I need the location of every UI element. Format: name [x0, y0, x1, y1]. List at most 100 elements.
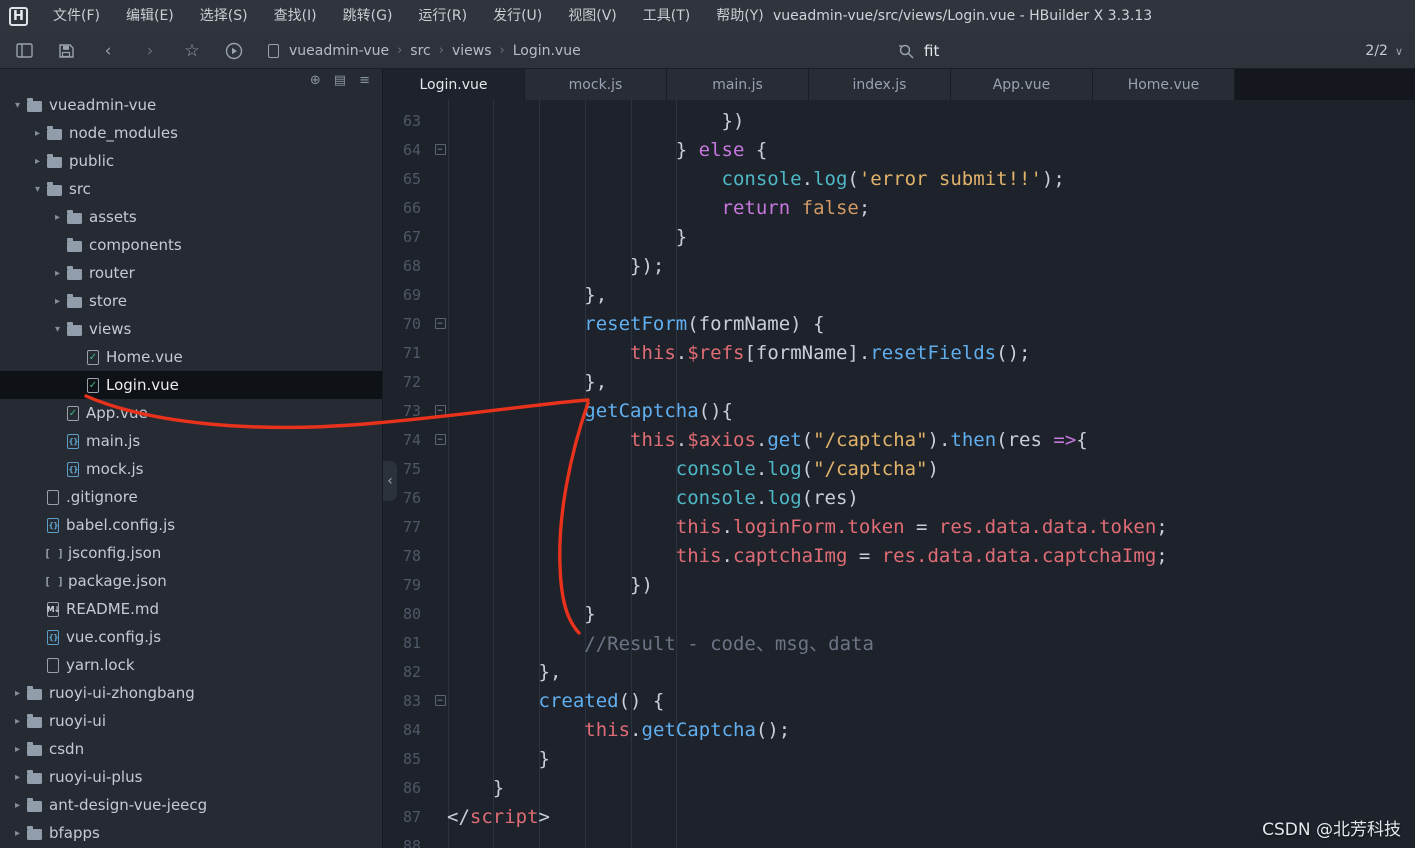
code-line[interactable]: } [447, 748, 550, 770]
code-line[interactable]: this.$refs[formName].resetFields(); [447, 342, 1030, 364]
code-line[interactable]: console.log(res) [447, 487, 859, 509]
code-area[interactable]: 63 }) 64− } else {65 console.log('error s… [383, 106, 1415, 848]
tree-item[interactable]: main.js [0, 427, 382, 455]
code-line[interactable]: } [447, 777, 504, 799]
menu-item[interactable]: 跳转(G) [330, 0, 406, 33]
back-icon[interactable]: ‹ [98, 41, 118, 61]
line-number[interactable]: 77 [383, 518, 433, 536]
search-box[interactable]: fit [898, 33, 939, 69]
code-line[interactable]: console.log("/captcha") [447, 458, 939, 480]
sidebar-menu-icon[interactable]: ≡ [359, 73, 370, 88]
menu-item[interactable]: 查找(I) [261, 0, 330, 33]
line-number[interactable]: 70 [383, 315, 433, 333]
tab-index-js[interactable]: index.js [809, 69, 951, 100]
code-line[interactable]: resetForm(formName) { [447, 313, 824, 335]
tree-item[interactable]: Home.vue [0, 343, 382, 371]
code-line[interactable]: } [447, 226, 687, 248]
fold-marker-icon[interactable]: − [434, 695, 446, 706]
menu-item[interactable]: 编辑(E) [113, 0, 187, 33]
menu-item[interactable]: 工具(T) [630, 0, 703, 33]
tree-item[interactable]: ▸ csdn [0, 735, 382, 763]
code-line[interactable]: </script> [447, 806, 550, 828]
breadcrumb-item[interactable]: views [452, 43, 492, 59]
line-number[interactable]: 64 [383, 141, 433, 159]
breadcrumb-item[interactable]: src [410, 43, 430, 59]
code-line[interactable]: console.log('error submit!!'); [447, 168, 1065, 190]
tree-item[interactable]: ▸ store [0, 287, 382, 315]
line-number[interactable]: 63 [383, 112, 433, 130]
menu-item[interactable]: 视图(V) [555, 0, 630, 33]
code-line[interactable]: }, [447, 661, 562, 683]
tab-app-vue[interactable]: App.vue [951, 69, 1093, 100]
tree-item[interactable]: ▸ router [0, 259, 382, 287]
tree-item[interactable]: jsconfig.json [0, 539, 382, 567]
tree-item[interactable]: ▸ ruoyi-ui-plus [0, 763, 382, 791]
tree-item[interactable]: ▸ ant-design-vue-jeecg [0, 791, 382, 819]
line-number[interactable]: 79 [383, 576, 433, 594]
line-number[interactable]: 82 [383, 663, 433, 681]
line-number[interactable]: 78 [383, 547, 433, 565]
line-number[interactable]: 68 [383, 257, 433, 275]
tree-item[interactable]: ▾ views [0, 315, 382, 343]
tree-item[interactable]: ▾ src [0, 175, 382, 203]
tree-item[interactable]: ▸ ruoyi-ui [0, 707, 382, 735]
line-number[interactable]: 81 [383, 634, 433, 652]
tab-mock-js[interactable]: mock.js [525, 69, 667, 100]
fold-marker-icon[interactable]: − [434, 405, 446, 416]
favorite-star-icon[interactable]: ☆ [182, 41, 202, 61]
menu-item[interactable]: 运行(R) [405, 0, 480, 33]
run-preview-icon[interactable] [224, 41, 244, 61]
code-line[interactable]: this.$axios.get("/captcha").then(res =>{ [447, 429, 1088, 451]
line-number[interactable]: 85 [383, 750, 433, 768]
line-number[interactable]: 65 [383, 170, 433, 188]
tree-item[interactable]: App.vue [0, 399, 382, 427]
locate-file-icon[interactable]: ⊕ [310, 73, 321, 88]
menu-item[interactable]: 文件(F) [40, 0, 113, 33]
fold-marker-icon[interactable]: − [434, 144, 446, 155]
code-line[interactable]: } [447, 603, 595, 625]
code-line[interactable]: } else { [447, 139, 768, 161]
line-number[interactable]: 74 [383, 431, 433, 449]
tab-main-js[interactable]: main.js [667, 69, 809, 100]
tree-item[interactable]: components [0, 231, 382, 259]
breadcrumb-item[interactable]: Login.vue [513, 43, 581, 59]
line-number[interactable]: 72 [383, 373, 433, 391]
tree-item[interactable]: ▸ public [0, 147, 382, 175]
code-line[interactable]: }, [447, 284, 607, 306]
tree-item[interactable]: ▾ vueadmin-vue [0, 91, 382, 119]
tree-item[interactable]: ▸ assets [0, 203, 382, 231]
fold-marker-icon[interactable]: − [434, 434, 446, 445]
collapse-all-icon[interactable]: ▤ [334, 73, 346, 88]
collapse-sidebar-button[interactable]: ‹ [383, 461, 397, 501]
editor[interactable]: 63 }) 64− } else {65 console.log('error s… [383, 100, 1415, 848]
line-number[interactable]: 67 [383, 228, 433, 246]
search-value[interactable]: fit [924, 42, 939, 60]
tree-item[interactable]: ▸ bfapps [0, 819, 382, 847]
panel-toggle-icon[interactable] [14, 41, 34, 61]
breadcrumb-item[interactable]: vueadmin-vue [289, 43, 389, 59]
line-number[interactable]: 88 [383, 837, 433, 848]
code-line[interactable]: }); [447, 255, 664, 277]
tree-item[interactable]: babel.config.js [0, 511, 382, 539]
line-number[interactable]: 83 [383, 692, 433, 710]
line-number[interactable]: 71 [383, 344, 433, 362]
line-number[interactable]: 80 [383, 605, 433, 623]
tree-item[interactable]: mock.js [0, 455, 382, 483]
code-line[interactable]: this.captchaImg = res.data.data.captchaI… [447, 545, 1168, 567]
code-line[interactable]: return false; [447, 197, 871, 219]
tree-item[interactable]: Login.vue [0, 371, 382, 399]
tree-item[interactable]: vue.config.js [0, 623, 382, 651]
tree-item[interactable]: yarn.lock [0, 651, 382, 679]
menu-item[interactable]: 发行(U) [480, 0, 555, 33]
code-line[interactable]: }) [447, 574, 653, 596]
tree-item[interactable]: .gitignore [0, 483, 382, 511]
tree-item[interactable]: ▸ node_modules [0, 119, 382, 147]
tree-item[interactable]: package.json [0, 567, 382, 595]
tab-login-vue[interactable]: Login.vue [383, 69, 525, 100]
line-number[interactable]: 66 [383, 199, 433, 217]
line-number[interactable]: 73 [383, 402, 433, 420]
code-line[interactable]: this.getCaptcha(); [447, 719, 790, 741]
code-line[interactable]: this.loginForm.token = res.data.data.tok… [447, 516, 1168, 538]
line-number[interactable]: 84 [383, 721, 433, 739]
tree-item[interactable]: ▸ ruoyi-ui-zhongbang [0, 679, 382, 707]
